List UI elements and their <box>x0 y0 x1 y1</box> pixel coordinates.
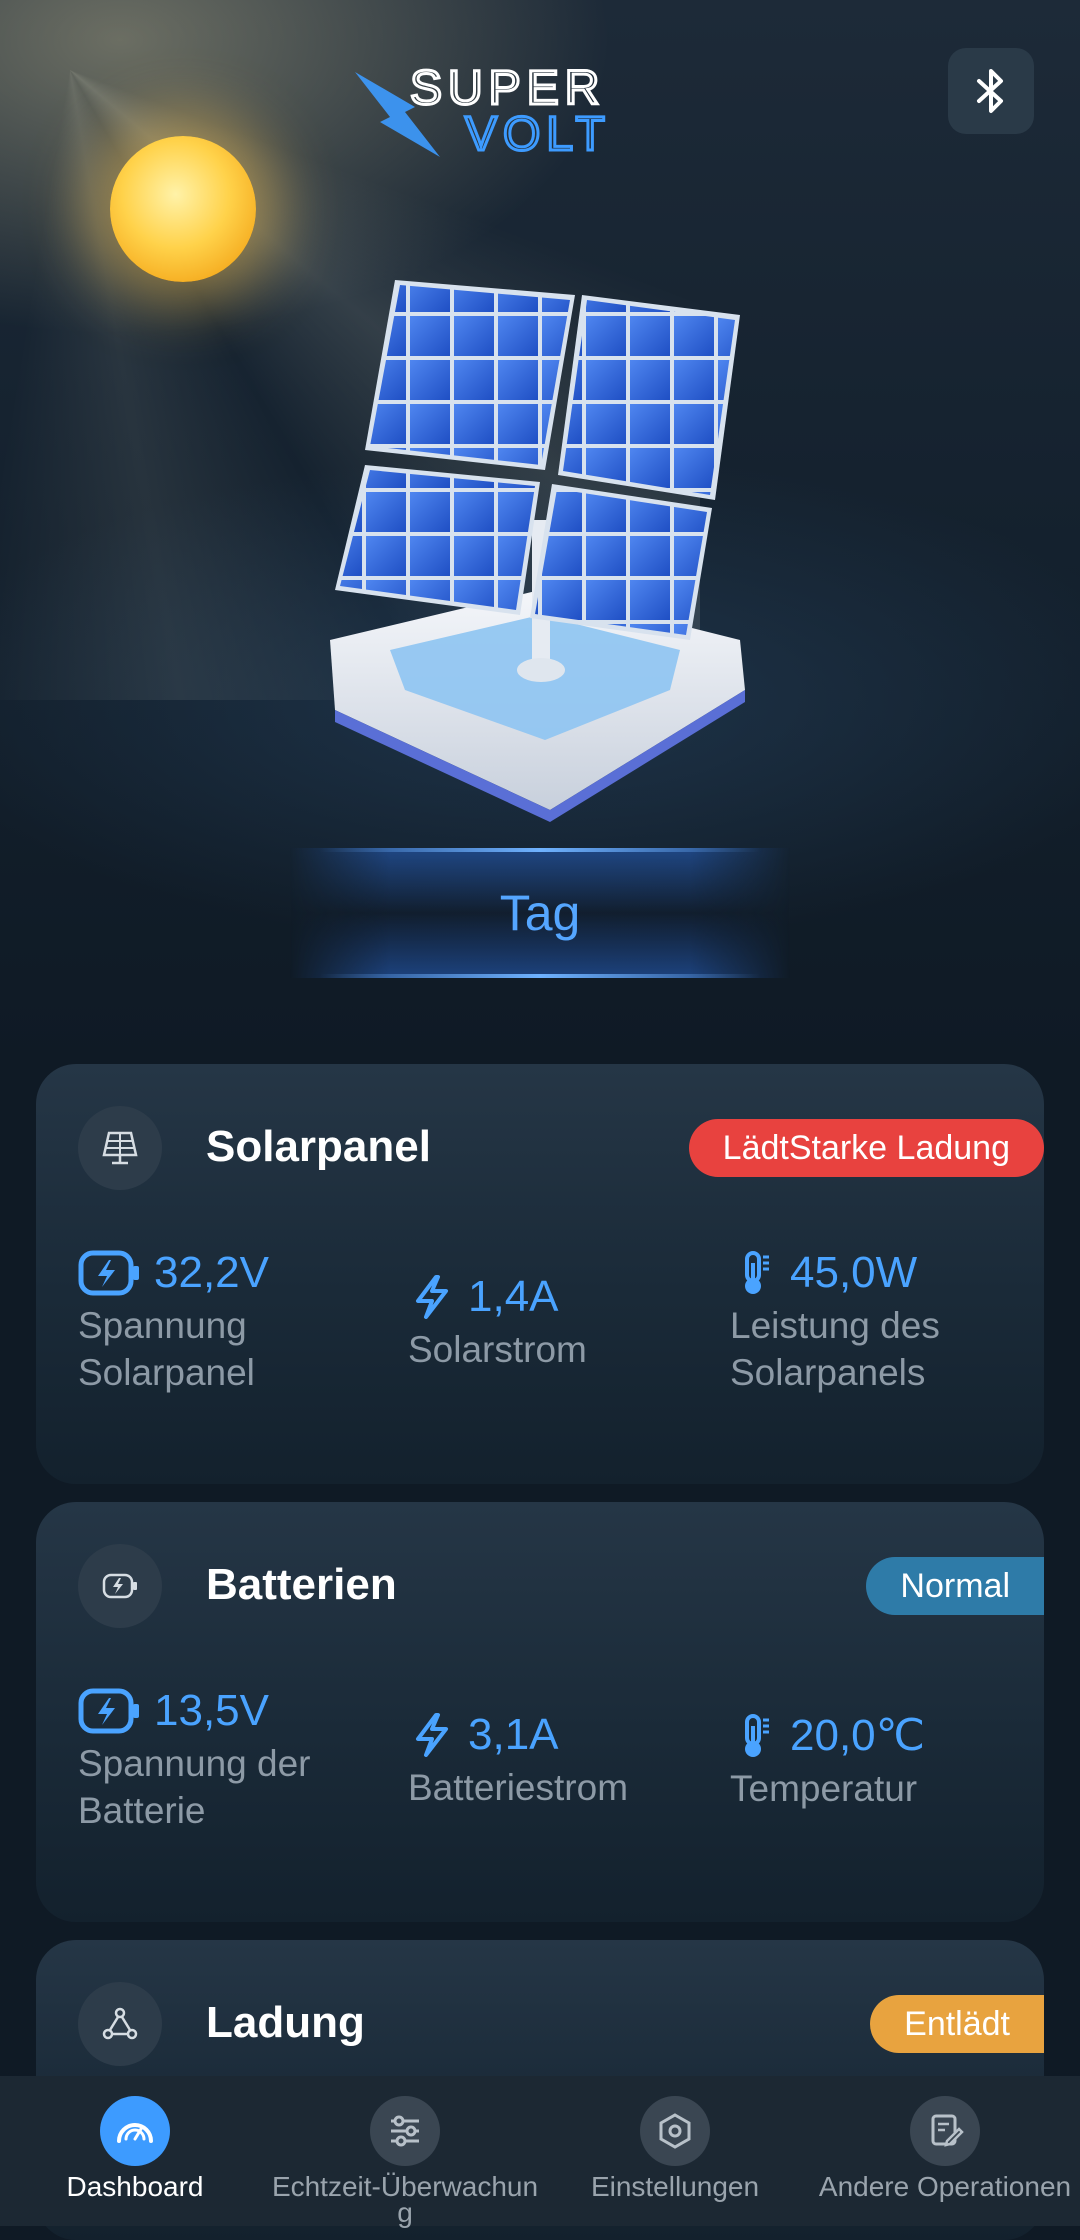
document-edit-icon <box>910 2096 980 2166</box>
solar-power-value: 45,0W <box>790 1248 918 1297</box>
hexagon-settings-icon <box>640 2096 710 2166</box>
solar-current-label: Solarstrom <box>408 1329 587 1370</box>
nav-dashboard[interactable]: Dashboard <box>0 2076 270 2226</box>
nav-other-operations-label: Andere Operationen <box>818 2171 1072 2202</box>
mode-label: Tag <box>499 885 581 941</box>
nav-dashboard-label: Dashboard <box>66 2171 204 2202</box>
solar-panel-icon <box>78 1106 162 1190</box>
battery-icon <box>78 1544 162 1628</box>
supervolt-logo: SUPER VOLT <box>350 61 720 163</box>
battery-voltage-label: Spannung der Batterie <box>78 1743 311 1831</box>
solar-status-badge: LädtStarke Ladung <box>688 1119 1044 1177</box>
battery-card-title: Batterien <box>206 1560 397 1609</box>
solar-voltage-value: 32,2V <box>154 1248 269 1297</box>
bolt-icon <box>416 1275 448 1319</box>
charge-status-badge: Entlädt <box>870 1995 1044 2053</box>
nav-realtime-monitoring[interactable]: Echtzeit-Überwachung <box>270 2076 540 2228</box>
solar-voltage-metric: 32,2V Spannung Solarpanel <box>78 1248 308 1396</box>
nav-settings-label: Einstellungen <box>590 2171 760 2202</box>
solar-card-title: Solarpanel <box>206 1122 431 1171</box>
sliders-icon <box>370 2096 440 2166</box>
battery-status-badge: Normal <box>866 1557 1044 1615</box>
solar-current-value: 1,4A <box>468 1272 559 1321</box>
solar-panel-illustration <box>330 280 745 822</box>
nodes-icon <box>78 1982 162 2066</box>
bolt-icon <box>416 1713 448 1757</box>
battery-temperature-label: Temperatur <box>730 1768 918 1809</box>
solar-current-metric: 1,4A Solarstrom <box>408 1272 587 1373</box>
battery-voltage-value: 13,5V <box>154 1686 269 1735</box>
nav-realtime-monitoring-label: Echtzeit-Überwachung <box>271 2171 539 2228</box>
charge-card-title: Ladung <box>206 1998 365 2047</box>
battery-card[interactable]: Batterien Normal 13,5V Spannung der Batt… <box>36 1502 1044 1922</box>
gauge-icon <box>100 2096 170 2166</box>
solar-power-metric: 45,0W Leistung des Solarpanels <box>730 1248 1000 1396</box>
solar-card[interactable]: Solarpanel LädtStarke Ladung 32,2V Spann… <box>36 1064 1044 1484</box>
solar-voltage-label: Spannung Solarpanel <box>78 1305 255 1393</box>
hero-section: SUPER VOLT Tag <box>0 0 1080 1060</box>
thermometer-icon <box>745 1713 769 1757</box>
battery-temperature-metric: 20,0℃ Temperatur <box>730 1710 925 1812</box>
battery-current-metric: 3,1A Batteriestrom <box>408 1710 628 1811</box>
battery-voltage-metric: 13,5V Spannung der Batterie <box>78 1686 338 1834</box>
solar-power-label: Leistung des Solarpanels <box>730 1305 940 1393</box>
battery-current-value: 3,1A <box>468 1710 559 1759</box>
battery-temperature-value: 20,0℃ <box>790 1711 926 1760</box>
nav-other-operations[interactable]: Andere Operationen <box>810 2076 1080 2226</box>
battery-bolt-icon <box>78 1688 139 1734</box>
thermometer-icon <box>745 1251 769 1294</box>
bluetooth-button[interactable] <box>948 48 1034 134</box>
logo-volt-text: VOLT <box>465 108 611 161</box>
sun-icon <box>110 136 256 282</box>
bluetooth-icon <box>977 69 1003 113</box>
nav-settings[interactable]: Einstellungen <box>540 2076 810 2226</box>
mode-indicator: Tag <box>290 848 790 978</box>
battery-bolt-icon <box>78 1250 139 1296</box>
battery-current-label: Batteriestrom <box>408 1767 629 1808</box>
bottom-navigation: Dashboard Echtzeit-Überwachung Einstellu… <box>0 2076 1080 2228</box>
